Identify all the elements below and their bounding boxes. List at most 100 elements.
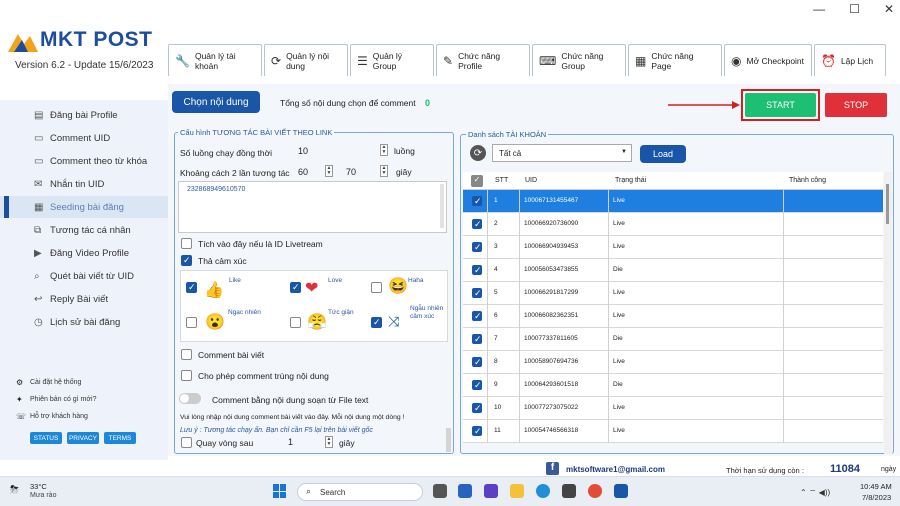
tab-checkpoint[interactable]: ◉ Mở Checkpoint	[724, 44, 812, 76]
gap-max-spinner[interactable]: ▲ ▼	[380, 165, 388, 177]
threads-value[interactable]: 10	[298, 146, 308, 156]
file-toggle[interactable]	[179, 393, 201, 404]
react-checkbox[interactable]	[181, 255, 192, 266]
tab-group[interactable]: ☰ Quản lý Group	[350, 44, 434, 76]
links-textarea[interactable]: 232868949610570	[178, 181, 447, 233]
gap-unit: giây	[396, 167, 412, 177]
wrench-icon: 🔧	[175, 53, 190, 68]
loop-spinner[interactable]: ▲ ▼	[325, 436, 333, 448]
table-row[interactable]: 8 100058907694736 Live	[463, 351, 883, 374]
row-stt: 10	[494, 404, 502, 411]
tray-icons[interactable]: ⌃ ⌔ ◀))	[800, 488, 830, 498]
row-stt: 6	[494, 312, 498, 319]
row-checkbox[interactable]	[472, 426, 482, 437]
gap-min-value[interactable]: 60	[298, 167, 308, 177]
wow-checkbox[interactable]	[186, 317, 197, 328]
tab-content[interactable]: ⟳ Quản lý nội dung	[264, 44, 348, 76]
folder-icon[interactable]	[510, 484, 524, 498]
row-checkbox[interactable]	[472, 288, 482, 299]
task-view-icon[interactable]	[433, 484, 447, 498]
sidebar-item-personal[interactable]: ⧉ Tương tác cá nhân	[0, 219, 168, 241]
sidebar-item-message-uid[interactable]: ✉ Nhắn tin UID	[0, 173, 168, 195]
table-scrollbar[interactable]	[884, 172, 892, 454]
table-row[interactable]: 1 100067131455467 Live	[463, 190, 883, 213]
row-checkbox[interactable]	[472, 219, 482, 230]
comment-checkbox[interactable]	[181, 349, 192, 360]
row-checkbox[interactable]	[472, 242, 482, 253]
refresh-icon[interactable]: ⟳	[470, 145, 486, 161]
row-checkbox[interactable]	[472, 334, 482, 345]
load-button[interactable]: Load	[640, 145, 686, 163]
sidebar-item-video[interactable]: ▶ Đăng Video Profile	[0, 242, 168, 264]
sidebar-item-post-profile[interactable]: ▤ Đăng bài Profile	[0, 104, 168, 126]
livestream-checkbox[interactable]	[181, 238, 192, 249]
support-link[interactable]: Hỗ trợ khách hàng	[30, 413, 88, 420]
loop-value[interactable]: 1	[288, 437, 293, 447]
sidebar-item-reply[interactable]: ↩ Reply Bài viết	[0, 288, 168, 310]
table-row[interactable]: 7 100077337811605 Die	[463, 328, 883, 351]
choose-content-button[interactable]: Chọn nội dung	[172, 91, 260, 113]
table-row[interactable]: 6 100066082362351 Live	[463, 305, 883, 328]
minimize-icon[interactable]: —	[813, 2, 825, 16]
dup-checkbox[interactable]	[181, 370, 192, 381]
terms-pill[interactable]: TERMS	[104, 432, 136, 444]
row-checkbox[interactable]	[472, 311, 482, 322]
row-stt: 9	[494, 381, 498, 388]
system-settings-link[interactable]: Cài đặt hệ thống	[30, 379, 81, 386]
start-button[interactable]: START	[745, 93, 816, 117]
zoom-icon[interactable]	[458, 484, 472, 498]
config-scrollbar[interactable]	[446, 428, 451, 452]
row-checkbox[interactable]	[472, 265, 482, 276]
tab-page[interactable]: ▦ Chức năng Page	[628, 44, 722, 76]
weather-icon[interactable]: ⛈	[10, 484, 19, 497]
tab-profile[interactable]: ✎ Chức năng Profile	[436, 44, 530, 76]
angry-checkbox[interactable]	[290, 317, 301, 328]
sidebar-item-history[interactable]: ◷ Lịch sử bài đăng	[0, 311, 168, 333]
stop-button[interactable]: STOP	[825, 93, 887, 117]
textarea-scrollbar[interactable]	[440, 184, 444, 228]
table-row[interactable]: 9 100064293601518 Die	[463, 374, 883, 397]
status-pill[interactable]: STATUS	[30, 432, 62, 444]
store-icon[interactable]	[562, 484, 576, 498]
edge-icon[interactable]	[536, 484, 550, 498]
select-all-checkbox[interactable]: ✓	[471, 175, 483, 187]
table-row[interactable]: 5 100066291817299 Live	[463, 282, 883, 305]
table-row[interactable]: 11 100054746566318 Live	[463, 420, 883, 443]
app-icon[interactable]	[484, 484, 498, 498]
table-row[interactable]: 3 100066904939453 Live	[463, 236, 883, 259]
row-checkbox[interactable]	[472, 196, 482, 207]
haha-checkbox[interactable]	[371, 282, 382, 293]
pen-icon: ✎	[443, 53, 454, 68]
privacy-pill[interactable]: PRIVACY	[67, 432, 99, 444]
row-checkbox[interactable]	[472, 403, 482, 414]
windows-start-icon[interactable]	[273, 484, 287, 498]
sidebar-item-scan[interactable]: ⌕ Quét bài viết từ UID	[0, 265, 168, 287]
table-row[interactable]: 2 100066920736090 Live	[463, 213, 883, 236]
row-checkbox[interactable]	[472, 357, 482, 368]
row-uid: 100054746566318	[524, 427, 579, 434]
like-checkbox[interactable]	[186, 282, 197, 293]
sidebar-item-comment-uid[interactable]: ▭ Comment UID	[0, 127, 168, 149]
sidebar-item-seeding[interactable]: ▦ Seeding bài đăng	[0, 196, 168, 218]
mkt-taskbar-icon[interactable]	[614, 484, 628, 498]
chrome-icon[interactable]	[588, 484, 602, 498]
tab-schedule[interactable]: ⏰ Lập Lịch	[814, 44, 886, 76]
tab-account[interactable]: 🔧 Quản lý tài khoản	[168, 44, 262, 76]
maximize-icon[interactable]: ☐	[849, 2, 860, 16]
sidebar-item-comment-keyword[interactable]: ▭ Comment theo từ khóa	[0, 150, 168, 172]
taskbar-search[interactable]: ⌕ Search	[297, 483, 423, 501]
tab-group-func[interactable]: ⌨ Chức năng Group	[532, 44, 626, 76]
whats-new-link[interactable]: Phiên bản có gì mới?	[30, 396, 96, 403]
love-checkbox[interactable]	[290, 282, 301, 293]
random-checkbox[interactable]	[371, 317, 382, 328]
table-row[interactable]: 10 100077273075022 Live	[463, 397, 883, 420]
table-row[interactable]: 4 100056053473855 Die	[463, 259, 883, 282]
threads-spinner[interactable]: ▲ ▼	[380, 144, 388, 156]
loop-checkbox[interactable]	[181, 437, 192, 448]
gap-max-value[interactable]: 70	[346, 167, 356, 177]
account-filter-select[interactable]: Tất cả ▼	[492, 144, 632, 162]
gap-min-spinner[interactable]: ▲ ▼	[325, 165, 333, 177]
comment-label: Comment bài viết	[198, 350, 265, 360]
close-icon[interactable]: ✕	[884, 2, 894, 16]
row-checkbox[interactable]	[472, 380, 482, 391]
